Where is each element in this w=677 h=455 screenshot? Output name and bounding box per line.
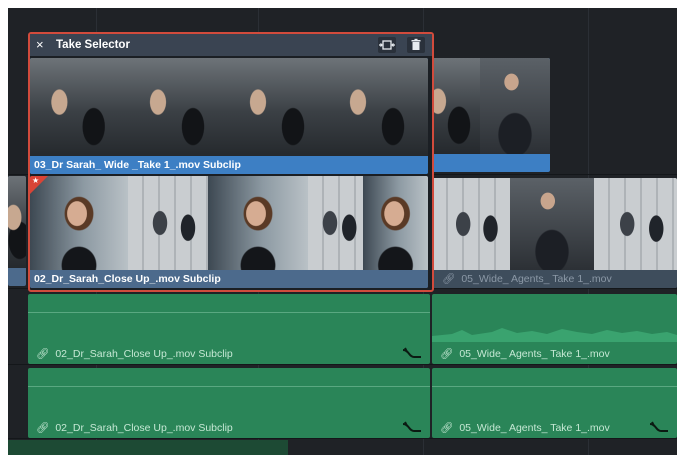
clip-thumbnails xyxy=(8,176,26,268)
track-divider xyxy=(8,364,677,365)
clip-name: 05_Wide_ Agents_ Take 1_.mov xyxy=(459,422,610,434)
keyframe-curve-icon[interactable] xyxy=(402,346,422,360)
audio-clip-label: 🔗︎ 02_Dr_Sarah_Close Up_.mov Subclip xyxy=(36,421,233,434)
audio-clip-label: 🔗︎ 05_Wide_ Agents_ Take 1_.mov xyxy=(440,421,610,434)
take-selector-title: Take Selector xyxy=(56,39,130,51)
audio-waveform xyxy=(432,328,677,342)
link-icon: 🔗︎ xyxy=(36,422,50,434)
clip-name: 05_Wide_ Agents_ Take 1_.mov xyxy=(459,348,610,360)
clip-thumbnails xyxy=(420,58,550,154)
audio-clip-close-up[interactable]: 🔗︎ 02_Dr_Sarah_Close Up_.mov Subclip xyxy=(28,294,430,364)
take-wide[interactable]: 03_Dr Sarah_ Wide _Take 1_.mov Subclip xyxy=(30,58,428,174)
trash-icon[interactable] xyxy=(407,37,425,53)
volume-line[interactable] xyxy=(28,312,430,313)
thumbnail-frame xyxy=(308,176,364,270)
thumbnail-frame xyxy=(208,176,309,270)
link-icon: 🔗︎ xyxy=(442,273,456,285)
thumbnail-frame xyxy=(128,58,229,156)
flag-star-icon: ★ xyxy=(32,176,40,185)
thumbnail-frame xyxy=(30,58,129,156)
audio-clip-label: 🔗︎ 02_Dr_Sarah_Close Up_.mov Subclip xyxy=(36,347,233,360)
lower-track-clip[interactable] xyxy=(8,440,288,455)
keyframe-curve-icon[interactable] xyxy=(649,420,669,434)
timeline[interactable]: 🔗︎ 05_Wide_ Agents_ Take 1_.mov 🔗︎ 02_Dr_S… xyxy=(8,8,677,455)
thumbnail-frame xyxy=(328,58,428,156)
volume-line[interactable] xyxy=(432,386,677,387)
clip-name: 02_Dr_Sarah_Close Up_.mov Subclip xyxy=(55,422,233,434)
audio-clip-wide-agents[interactable]: 🔗︎ 05_Wide_ Agents_ Take 1_.mov xyxy=(432,368,677,438)
take-selector[interactable]: × Take Selector 03_Dr Sarah_ Wide _Take … xyxy=(28,32,434,292)
thumbnail-frame xyxy=(363,176,428,270)
volume-line[interactable] xyxy=(28,386,430,387)
clip-thumbnails xyxy=(30,176,428,270)
take-close-up[interactable]: ★ 02_Dr_Sarah_Close Up_.mov Subclip xyxy=(30,176,428,288)
clip-name: 05_Wide_ Agents_ Take 1_.mov xyxy=(461,273,612,285)
link-icon: 🔗︎ xyxy=(440,348,454,360)
keyframe-curve-icon[interactable] xyxy=(402,420,422,434)
thumbnail-frame xyxy=(510,178,595,270)
take-label: 02_Dr_Sarah_Close Up_.mov Subclip xyxy=(30,270,428,288)
left-partial-clip[interactable] xyxy=(8,176,26,286)
close-icon[interactable]: × xyxy=(36,34,44,56)
fit-clip-icon[interactable] xyxy=(378,37,396,53)
thumbnail-frame xyxy=(432,178,511,270)
thumbnail-frame xyxy=(480,58,550,154)
thumbnail-frame xyxy=(228,58,329,156)
clip-thumbnails xyxy=(432,178,677,270)
audio-clip-close-up[interactable]: 🔗︎ 02_Dr_Sarah_Close Up_.mov Subclip xyxy=(28,368,430,438)
audio-clip-label: 🔗︎ 05_Wide_ Agents_ Take 1_.mov xyxy=(440,347,610,360)
link-icon: 🔗︎ xyxy=(440,422,454,434)
track-divider xyxy=(8,438,677,439)
clip-label: 🔗︎ 05_Wide_ Agents_ Take 1_.mov xyxy=(432,270,677,288)
thumbnail-frame xyxy=(128,176,209,270)
video-clip-wide-agents[interactable]: 🔗︎ 05_Wide_ Agents_ Take 1_.mov xyxy=(432,178,677,288)
wide-take-extension[interactable] xyxy=(420,58,550,172)
audio-clip-wide-agents[interactable]: 🔗︎ 05_Wide_ Agents_ Take 1_.mov xyxy=(432,294,677,364)
take-selector-header: × Take Selector xyxy=(30,34,432,56)
thumbnail-frame xyxy=(594,178,677,270)
take-label: 03_Dr Sarah_ Wide _Take 1_.mov Subclip xyxy=(30,156,428,174)
link-icon: 🔗︎ xyxy=(36,348,50,360)
clip-thumbnails xyxy=(30,58,428,156)
clip-name: 02_Dr_Sarah_Close Up_.mov Subclip xyxy=(55,348,233,360)
